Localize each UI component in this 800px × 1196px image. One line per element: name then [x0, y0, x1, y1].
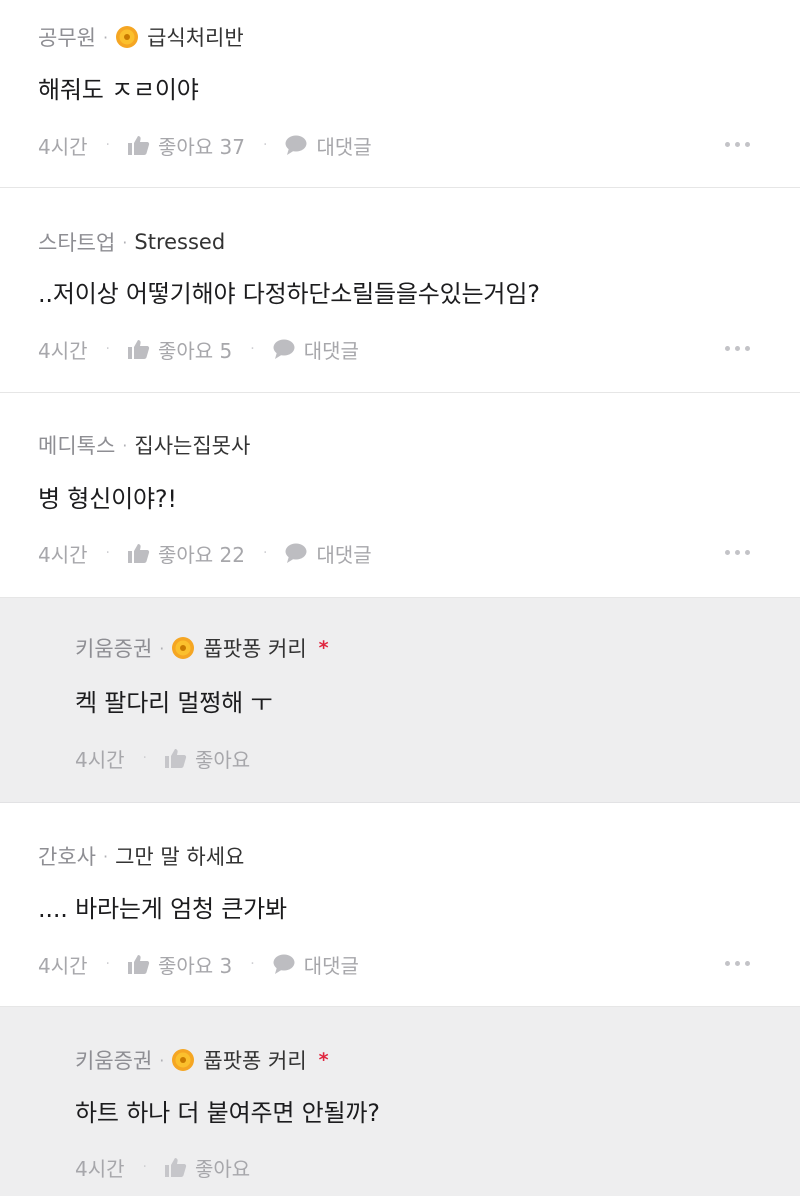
- author-nickname[interactable]: 급식처리반: [147, 22, 244, 52]
- reply-label: 대댓글: [303, 953, 359, 978]
- comment-feed: 공무원 · 급식처리반 해줘도 ㅈㄹ이야 4시간 · 좋아요 37 · 대댓글: [0, 0, 800, 1196]
- author-nickname[interactable]: Stressed: [134, 230, 225, 254]
- comment-text: .... 바라는게 엄청 큰가봐: [38, 895, 287, 923]
- separator-dot: ·: [142, 750, 147, 766]
- comment-meta: 메디톡스 · 집사는집못사: [38, 430, 250, 460]
- comment-text: 하트 하나 더 붙여주면 안될까?: [75, 1099, 380, 1127]
- more-horizontal-icon[interactable]: [725, 953, 750, 974]
- author-nickname[interactable]: 풉팟퐁 커리: [203, 1045, 306, 1075]
- separator-dot: ·: [122, 435, 128, 455]
- author-company[interactable]: 키움증권: [75, 1045, 152, 1075]
- separator-dot: ·: [159, 1050, 165, 1070]
- speech-bubble-icon: [273, 339, 295, 359]
- comment-meta: 스타트업 · Stressed: [38, 227, 225, 257]
- flower-badge-icon: [171, 636, 195, 660]
- speech-bubble-icon: [285, 135, 307, 155]
- author-company[interactable]: 스타트업: [38, 227, 115, 257]
- like-label: 좋아요 3: [157, 953, 233, 978]
- flower-badge-icon: [171, 1048, 195, 1072]
- author-company[interactable]: 메디톡스: [38, 430, 115, 460]
- comment-time: 4시간: [38, 953, 88, 978]
- reply-button[interactable]: 대댓글: [285, 131, 372, 160]
- flower-badge-icon: [115, 25, 139, 49]
- separator-dot: ·: [102, 846, 109, 866]
- separator-dot: ·: [263, 137, 268, 153]
- more-horizontal-icon[interactable]: [725, 542, 750, 563]
- separator-dot: ·: [142, 1159, 147, 1175]
- like-label: 좋아요: [194, 1156, 251, 1181]
- comment-meta: 공무원 · 급식처리반: [38, 22, 244, 52]
- reply-item: 키움증권 · 풉팟퐁 커리 * 켁 팔다리 멀쩡해 ㅜ 4시간 · 좋아요: [0, 598, 800, 803]
- comment-actions: 4시간 · 좋아요: [75, 1152, 800, 1182]
- author-company[interactable]: 공무원: [38, 22, 96, 52]
- like-label: 좋아요: [194, 747, 251, 772]
- like-button[interactable]: 좋아요: [164, 1153, 251, 1182]
- comment-actions: 4시간 · 좋아요 37 · 대댓글: [38, 130, 800, 160]
- reply-label: 대댓글: [316, 134, 372, 159]
- like-button[interactable]: 좋아요 5: [127, 335, 233, 364]
- separator-dot: ·: [105, 341, 110, 357]
- reply-label: 대댓글: [303, 338, 359, 363]
- separator-dot: ·: [250, 956, 255, 972]
- more-horizontal-icon[interactable]: [725, 134, 750, 155]
- separator-dot: ·: [105, 956, 110, 972]
- more-horizontal-icon[interactable]: [725, 338, 750, 359]
- comment-item: 공무원 · 급식처리반 해줘도 ㅈㄹ이야 4시간 · 좋아요 37 · 대댓글: [0, 0, 800, 188]
- comment-time: 4시간: [75, 1156, 125, 1181]
- comment-meta: 간호사 · 그만 말 하세요: [38, 841, 244, 871]
- thumbs-up-icon: [127, 544, 150, 563]
- author-company[interactable]: 키움증권: [75, 633, 152, 663]
- comment-time: 4시간: [38, 338, 88, 363]
- comment-actions: 4시간 · 좋아요 22 · 대댓글: [38, 538, 800, 568]
- like-button[interactable]: 좋아요: [164, 744, 251, 773]
- like-button[interactable]: 좋아요 22: [127, 539, 245, 568]
- like-button[interactable]: 좋아요 3: [127, 950, 233, 979]
- thumbs-up-icon: [127, 340, 150, 359]
- like-button[interactable]: 좋아요 37: [127, 131, 245, 160]
- author-nickname[interactable]: 풉팟퐁 커리: [203, 633, 306, 663]
- comment-actions: 4시간 · 좋아요 5 · 대댓글: [38, 334, 800, 364]
- comment-text: 병 형신이야?!: [38, 485, 177, 513]
- reply-button[interactable]: 대댓글: [273, 335, 359, 364]
- author-star-mark: *: [318, 1049, 329, 1071]
- separator-dot: ·: [105, 137, 110, 153]
- like-label: 좋아요 37: [157, 134, 245, 159]
- like-label: 좋아요 22: [157, 542, 245, 567]
- reply-item: 키움증권 · 풉팟퐁 커리 * 하트 하나 더 붙여주면 안될까? 4시간 · …: [0, 1007, 800, 1196]
- speech-bubble-icon: [273, 954, 295, 974]
- separator-dot: ·: [250, 341, 255, 357]
- author-nickname[interactable]: 그만 말 하세요: [115, 841, 244, 871]
- comment-time: 4시간: [38, 134, 88, 159]
- reply-button[interactable]: 대댓글: [273, 950, 359, 979]
- comment-text: 해줘도 ㅈㄹ이야: [38, 76, 199, 104]
- reply-label: 대댓글: [316, 542, 372, 567]
- comment-text: 켁 팔다리 멀쩡해 ㅜ: [75, 689, 273, 717]
- comment-time: 4시간: [75, 747, 125, 772]
- thumbs-up-icon: [164, 1158, 187, 1177]
- comment-time: 4시간: [38, 542, 88, 567]
- comment-item: 스타트업 · Stressed ..저이상 어떻기해야 다정하단소릴들을수있는거…: [0, 188, 800, 393]
- comment-actions: 4시간 · 좋아요 3 · 대댓글: [38, 949, 800, 979]
- thumbs-up-icon: [127, 955, 150, 974]
- author-company[interactable]: 간호사: [38, 841, 96, 871]
- comment-item: 메디톡스 · 집사는집못사 병 형신이야?! 4시간 · 좋아요 22 · 대댓…: [0, 393, 800, 598]
- thumbs-up-icon: [127, 136, 150, 155]
- reply-button[interactable]: 대댓글: [285, 539, 372, 568]
- separator-dot: ·: [122, 232, 128, 252]
- comment-meta: 키움증권 · 풉팟퐁 커리 *: [75, 1045, 329, 1075]
- separator-dot: ·: [105, 545, 110, 561]
- separator-dot: ·: [263, 545, 268, 561]
- comment-actions: 4시간 · 좋아요: [75, 743, 800, 773]
- separator-dot: ·: [102, 27, 109, 47]
- like-label: 좋아요 5: [157, 338, 233, 363]
- author-nickname[interactable]: 집사는집못사: [134, 430, 250, 460]
- comment-meta: 키움증권 · 풉팟퐁 커리 *: [75, 633, 329, 663]
- speech-bubble-icon: [285, 543, 307, 563]
- comment-item: 간호사 · 그만 말 하세요 .... 바라는게 엄청 큰가봐 4시간 · 좋아…: [0, 803, 800, 1007]
- author-star-mark: *: [318, 637, 329, 659]
- comment-text: ..저이상 어떻기해야 다정하단소릴들을수있는거임?: [38, 280, 540, 308]
- separator-dot: ·: [159, 638, 165, 658]
- thumbs-up-icon: [164, 749, 187, 768]
